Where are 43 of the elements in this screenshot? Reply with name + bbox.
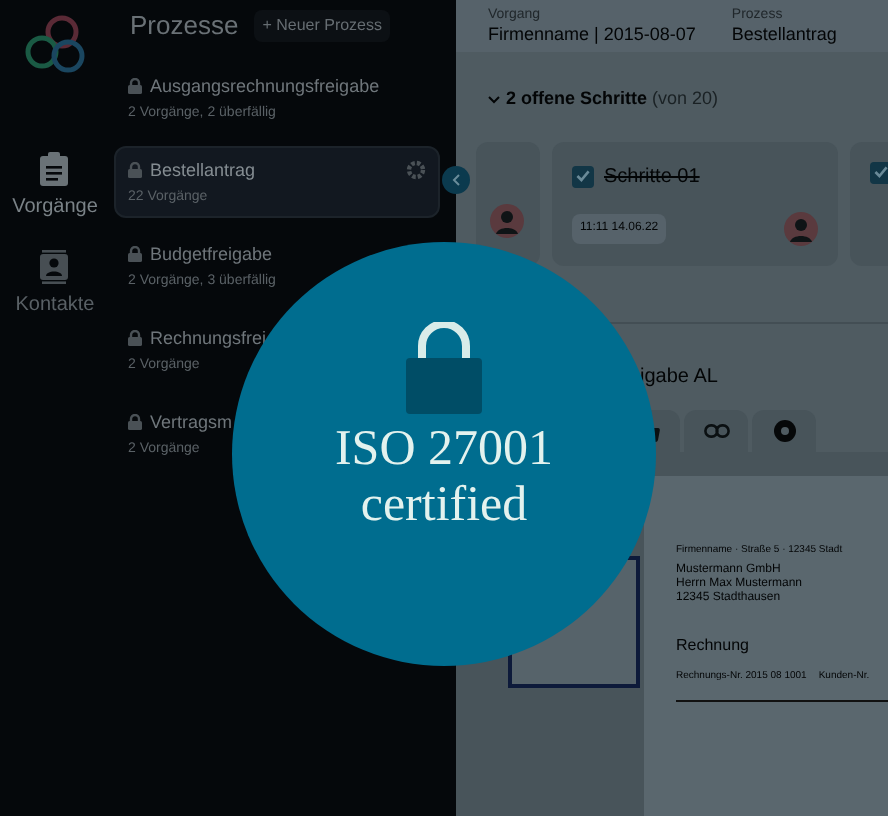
badge-text: ISO 27001 [334,422,554,478]
nav-item[interactable]: Kontakte [12,250,98,320]
badge-text: certified [360,478,528,534]
settings-icon[interactable] [406,160,426,180]
lock-icon [128,246,142,262]
process-name: Budgetfreigabe [150,242,273,266]
tab[interactable] [684,409,748,451]
lock-icon [128,330,142,346]
check-icon [874,166,888,178]
avatar-icon [490,203,524,237]
lock-icon [406,322,482,414]
section-title: Prozesse [130,8,239,45]
checkbox[interactable] [870,161,888,183]
new-process-button[interactable]: + Neuer Prozess [254,10,391,42]
logo-icon [21,10,89,78]
lock-icon [128,78,142,94]
record-icon [773,419,795,441]
clipboard-icon [40,152,69,186]
nav-label: Vorgänge [12,194,98,222]
chevron-left-icon [452,174,460,186]
field-value: Firmenname | 2015-08-07 [488,23,696,45]
section-heading: igabe AL [640,363,718,391]
nav-item[interactable]: Vorgänge [12,152,98,222]
lock-icon [128,414,142,430]
process-name: Bestellantrag [150,158,256,182]
step-card[interactable] [476,141,540,265]
collapse-button[interactable] [442,166,470,194]
step-title: Schritte 01 [604,163,700,191]
checkbox[interactable] [572,165,594,187]
steps-heading: 2 offene Schritte (von 20) [506,86,719,112]
check-icon [576,170,590,182]
nav-label: Kontakte [15,292,95,320]
tab[interactable] [752,409,816,451]
chevron-down-icon [488,95,500,104]
process-name: Ausgangsrechnungsfreigabe [150,74,380,98]
field-value: Bestellantrag [731,23,837,45]
document-title: Rechnung [676,633,749,657]
avatar-icon [784,211,818,245]
process-name: Vertragsm [150,410,233,434]
contact-card-icon [40,250,69,284]
lock-icon [128,162,142,178]
process-name: Rechnungsfrei [150,326,267,350]
link-icon [703,423,729,437]
